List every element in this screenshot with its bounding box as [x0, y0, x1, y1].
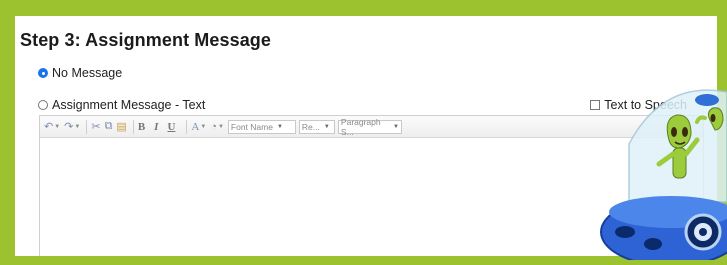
font-color-dropdown-icon[interactable]: ▼ [200, 124, 206, 130]
font-color-icon: A [191, 120, 200, 133]
toolbar-divider [86, 119, 88, 134]
font-name-value: Font Name [230, 121, 273, 132]
text-message-radio[interactable] [38, 100, 48, 110]
no-message-label: No Message [52, 66, 123, 80]
paragraph-style-value: Paragraph S... [340, 116, 381, 137]
bold-button[interactable]: B [138, 121, 145, 133]
highlight-dropdown-icon[interactable]: ▼ [218, 124, 224, 130]
redo-icon: ↷ [64, 121, 74, 133]
toolbar-divider [132, 119, 134, 134]
no-message-radio[interactable] [38, 68, 48, 78]
cut-icon: ✂ [91, 121, 101, 133]
chevron-down-icon: ▼ [276, 123, 283, 130]
font-size-select[interactable]: Re... ▼ [298, 119, 335, 134]
chevron-down-icon: ▼ [323, 123, 330, 130]
toolbar-divider [186, 119, 188, 134]
paste-icon: ▤ [116, 121, 127, 133]
redo-dropdown-icon[interactable]: ▼ [74, 124, 80, 130]
chevron-down-icon: ▼ [392, 123, 399, 130]
alien-ufo-mascot-icon [600, 89, 727, 260]
font-size-value: Re... [301, 121, 320, 132]
font-name-select[interactable]: Font Name ▼ [227, 119, 296, 134]
undo-icon: ↶ [44, 121, 54, 133]
font-color-button[interactable]: A ▼ [191, 121, 206, 133]
cut-button[interactable]: ✂ [91, 120, 100, 133]
text-message-label: Assignment Message - Text [52, 98, 206, 112]
page-title: Step 3: Assignment Message [20, 30, 272, 50]
underline-button[interactable]: U [167, 121, 175, 133]
italic-button[interactable]: I [154, 121, 158, 133]
undo-button[interactable]: ↶ ▼ [44, 120, 60, 133]
redo-button[interactable]: ↷ ▼ [64, 120, 80, 133]
highlight-button[interactable]: ◔ ▼ [210, 121, 224, 133]
no-message-option[interactable]: No Message [38, 66, 122, 80]
paste-button[interactable]: ▤ [116, 120, 126, 133]
highlight-icon: ◔ [210, 120, 217, 133]
copy-button[interactable]: ⧉ [105, 120, 113, 133]
text-message-option[interactable]: Assignment Message - Text [38, 98, 205, 112]
copy-icon: ⧉ [104, 120, 113, 132]
paragraph-style-select[interactable]: Paragraph S... ▼ [337, 116, 402, 137]
undo-dropdown-icon[interactable]: ▼ [54, 124, 60, 130]
